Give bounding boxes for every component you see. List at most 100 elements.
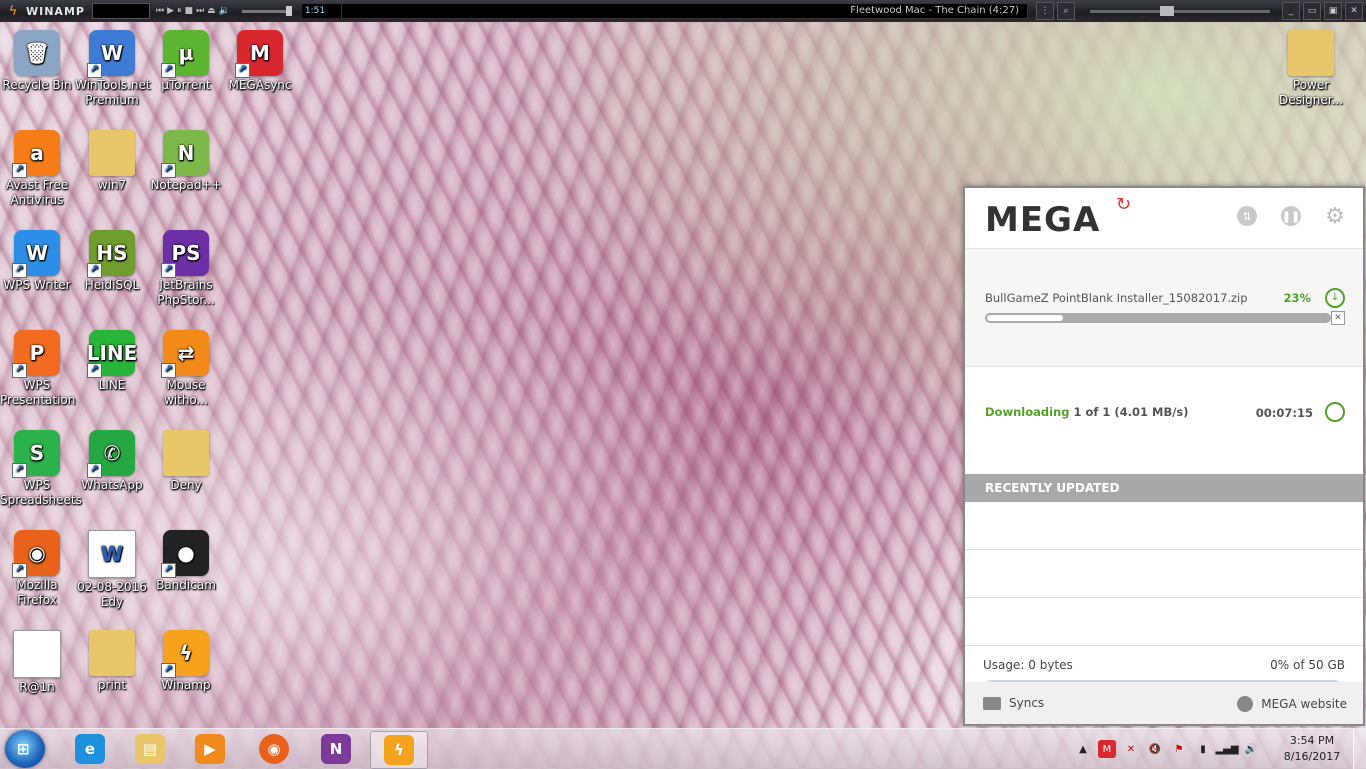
settings-gear-icon[interactable]: ⚙ [1325,204,1345,229]
desktop-icon-image: µ ↗ [161,30,209,78]
desktop-icon-image: ● ↗ [161,530,209,578]
recent-item[interactable] [965,598,1363,646]
shortcut-arrow-icon: ↗ [161,563,176,578]
shortcut-arrow-icon: ↗ [12,263,27,278]
shortcut-arrow-icon: ↗ [87,63,102,78]
desktop-icon[interactable]: N ↗ Notepad++ [149,130,223,193]
battery-icon[interactable]: ▮ [1194,740,1212,758]
desktop-icon[interactable]: Power Designer... [1274,30,1348,108]
desktop-icon[interactable]: W 02-08-2016 Edy [75,530,149,610]
winamp-menu-button[interactable]: ⋮ [1036,2,1054,20]
desktop-icon[interactable]: W ↗ WinTools.net Premium [75,30,151,108]
desktop-icon-label: µTorrent [161,78,211,92]
desktop-icon[interactable]: R@1n [0,630,74,695]
desktop-icon[interactable]: LINE ↗ LINE [75,330,149,393]
winamp-minimize-icon[interactable]: _ [1282,2,1300,20]
desktop-icon[interactable]: P ↗ WPS Presentation [0,330,75,408]
firefox-icon: ◉ [259,734,289,764]
shortcut-arrow-icon: ↗ [161,63,176,78]
shortcut-arrow-icon: ↗ [161,263,176,278]
desktop-icon-image: N ↗ [161,130,209,178]
desktop-icon[interactable]: win7 [75,130,149,193]
previous-icon[interactable]: ⏮ [156,6,164,16]
desktop-icon[interactable]: print [75,630,149,693]
desktop-icon-label: Mouse witho... [163,378,209,407]
taskbar-internet-explorer[interactable]: e [62,731,118,767]
desktop-icon[interactable]: ◉ ↗ Mozilla Firefox [0,530,74,608]
recent-item[interactable] [965,550,1363,598]
desktop-icon-image [13,630,61,678]
desktop-icon-label: print [97,678,127,692]
usage-quota: 0% of 50 GB [1270,658,1345,672]
winamp-search-icon[interactable]: ⌕ [1057,2,1075,20]
mega-website-button[interactable]: MEGA website [1237,696,1347,712]
winamp-close-icon[interactable]: ✕ [1345,2,1363,20]
desktop-icon[interactable]: ✆ ↗ WhatsApp [75,430,149,493]
desktop-icon-image: 🗑 [14,30,60,76]
desktop-icon[interactable]: W ↗ WPS Writer [0,230,74,293]
desktop-icon[interactable]: 🗑 Recycle Bin [0,30,74,93]
desktop-icon[interactable]: S ↗ WPS Spreadsheets [0,430,82,508]
winamp-logo-icon[interactable]: ϟ [0,2,26,20]
network-error-icon[interactable]: ✕ [1122,740,1140,758]
taskbar-windows-explorer[interactable]: ▤ [122,731,178,767]
winamp-restore-icon[interactable]: ▣ [1324,2,1342,20]
desktop-icon-label: Deny [170,478,202,492]
sync-status-icon: ↻ [1116,194,1132,215]
taskbar-onenote[interactable]: N [308,731,364,767]
windows-logo-icon: ⊞ [17,740,30,758]
download-icon: ↓ [1325,288,1345,308]
winamp-volume-slider[interactable] [241,5,292,16]
cancel-transfer-icon[interactable]: ✕ [1331,311,1345,325]
speaker-icon[interactable]: 🔇 [1146,740,1164,758]
desktop-icon[interactable]: HS ↗ HeidiSQL [75,230,149,293]
globe-icon [1237,696,1254,712]
desktop-icon-image: M ↗ [235,30,283,78]
megasync-tray-icon[interactable]: M [1098,740,1116,758]
eject-icon[interactable]: ⏏ [207,6,216,16]
desktop-icon[interactable]: µ ↗ µTorrent [149,30,223,93]
signal-icon[interactable]: ▂▄▆ [1215,740,1238,758]
transfer-eta: 00:07:15 [1255,406,1313,420]
system-clock[interactable]: 3:54 PM 8/16/2017 [1277,733,1347,765]
desktop-icon[interactable]: M ↗ MEGAsync [223,30,297,93]
stop-icon[interactable]: ■ [185,6,194,16]
media-player-icon: ▶ [195,734,225,764]
desktop-icon[interactable]: a ↗ Avast Free Antivirus [0,130,74,208]
winamp-bar: ϟ WINAMP ⏮ ▶ ⏸ ■ ⏭ ⏏ 🔉 1:51 Fleetwood Ma… [0,0,1366,22]
syncs-button[interactable]: Syncs [983,696,1044,710]
megasync-panel: MEGA ↻ ⇅ ❚❚ ⚙ BullGameZ PointBlank Insta… [963,186,1365,726]
desktop-icon-image: W [88,530,136,578]
desktop-icon[interactable]: ϟ ↗ Winamp [149,630,223,693]
shortcut-arrow-icon: ↗ [161,363,176,378]
show-desktop-button[interactable] [1353,729,1366,769]
transfers-icon[interactable]: ⇅ [1237,206,1257,226]
next-icon[interactable]: ⏭ [196,6,204,16]
show-hidden-icons-icon[interactable]: ▲ [1074,740,1092,758]
volume-tray-icon[interactable]: 🔊 [1242,740,1260,758]
folder-icon [983,696,1001,710]
recent-item[interactable] [965,502,1363,550]
winamp-shade-icon[interactable]: ▭ [1303,2,1321,20]
desktop-icon-image: P ↗ [12,330,60,378]
desktop-icon-image: PS ↗ [161,230,209,278]
pause-transfers-icon[interactable]: ❚❚ [1281,206,1301,226]
action-center-icon[interactable]: ⚑ [1170,740,1188,758]
play-icon[interactable]: ▶ [167,6,174,16]
taskbar-firefox[interactable]: ◉ [246,731,302,767]
desktop-icon[interactable]: ● ↗ Bandicam [149,530,223,593]
desktop-icon[interactable]: PS ↗ JetBrains PhpStor... [149,230,223,308]
start-button[interactable]: ⊞ [5,730,45,768]
taskbar-winamp[interactable]: ϟ [370,731,428,769]
pause-icon[interactable]: ⏸ [177,6,182,16]
shortcut-arrow-icon: ↗ [87,363,102,378]
transfer-filename: BullGameZ PointBlank Installer_15082017.… [985,291,1248,305]
desktop-icon[interactable]: Deny [149,430,223,493]
winamp-seek-bar[interactable] [1090,5,1270,16]
transfer-detail: 1 of 1 (4.01 MB/s) [1073,405,1189,419]
shortcut-arrow-icon: ↗ [87,463,102,478]
recently-updated-header: RECENTLY UPDATED [965,474,1363,502]
desktop-icon[interactable]: ⇄ ↗ Mouse witho... [149,330,223,408]
taskbar-media-player[interactable]: ▶ [182,731,238,767]
desktop-icon-image: ✆ ↗ [87,430,135,478]
